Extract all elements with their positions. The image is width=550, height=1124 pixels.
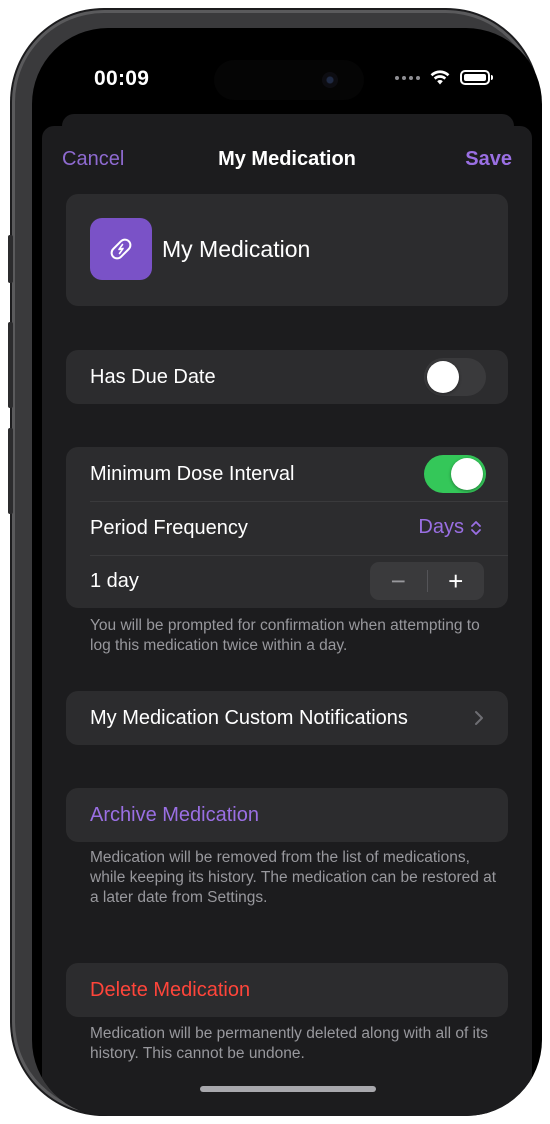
phone-frame: 00:09 Cancel My Medication Save My Medic… bbox=[8, 10, 542, 1116]
period-frequency-value: Days bbox=[418, 516, 464, 538]
wifi-icon bbox=[430, 70, 450, 85]
action-button bbox=[8, 235, 13, 283]
custom-notifications-row: My Medication Custom Notifications bbox=[66, 691, 508, 745]
archive-medication-button[interactable]: Archive Medication bbox=[66, 788, 508, 842]
cellular-icon bbox=[395, 75, 420, 80]
delete-footnote: Medication will be permanently deleted a… bbox=[90, 1025, 489, 1062]
due-date-toggle[interactable] bbox=[424, 358, 486, 396]
dose-interval-label: Minimum Dose Interval bbox=[90, 462, 295, 485]
dose-interval-footnote: You will be prompted for confirmation wh… bbox=[90, 617, 480, 654]
volume-down-button bbox=[8, 428, 13, 514]
toggle-knob bbox=[451, 458, 483, 490]
dose-interval-toggle[interactable] bbox=[424, 455, 486, 493]
delete-medication-label: Delete Medication bbox=[90, 979, 251, 1001]
medication-name[interactable]: My Medication bbox=[162, 236, 310, 263]
pill-glyph bbox=[110, 238, 132, 260]
medication-header-card[interactable]: My Medication bbox=[66, 194, 508, 306]
due-date-card: Has Due Date bbox=[66, 350, 508, 404]
status-icons bbox=[395, 70, 493, 85]
camera-icon bbox=[322, 72, 338, 88]
pill-icon[interactable] bbox=[90, 218, 152, 280]
custom-notifications-button[interactable]: My Medication Custom Notifications bbox=[66, 691, 508, 745]
delete-medication-button[interactable]: Delete Medication bbox=[66, 963, 508, 1017]
interval-amount-label: 1 day bbox=[90, 570, 139, 592]
navigation-bar: Cancel My Medication Save bbox=[32, 148, 542, 176]
period-frequency-picker[interactable]: Days bbox=[418, 516, 482, 539]
toggle-knob bbox=[427, 361, 459, 393]
archive-footnote: Medication will be removed from the list… bbox=[90, 849, 497, 906]
dose-interval-card: Minimum Dose Interval Period Frequency D… bbox=[66, 447, 508, 608]
custom-notifications-label: My Medication Custom Notifications bbox=[90, 706, 408, 729]
chevron-right-icon bbox=[475, 711, 483, 725]
archive-medication-label: Archive Medication bbox=[90, 804, 259, 826]
interval-stepper[interactable]: − + bbox=[370, 562, 484, 600]
status-time: 00:09 bbox=[94, 67, 150, 90]
dynamic-island bbox=[214, 60, 364, 100]
period-frequency-label: Period Frequency bbox=[90, 516, 248, 539]
increment-button[interactable]: + bbox=[428, 562, 485, 600]
volume-up-button bbox=[8, 322, 13, 408]
save-button[interactable]: Save bbox=[465, 148, 512, 171]
chevron-up-down-icon bbox=[471, 520, 481, 535]
due-date-label: Has Due Date bbox=[90, 365, 216, 388]
home-indicator[interactable] bbox=[200, 1086, 376, 1092]
screen: 00:09 Cancel My Medication Save My Medic… bbox=[32, 28, 542, 1116]
decrement-button[interactable]: − bbox=[370, 562, 427, 600]
battery-icon bbox=[460, 70, 493, 85]
